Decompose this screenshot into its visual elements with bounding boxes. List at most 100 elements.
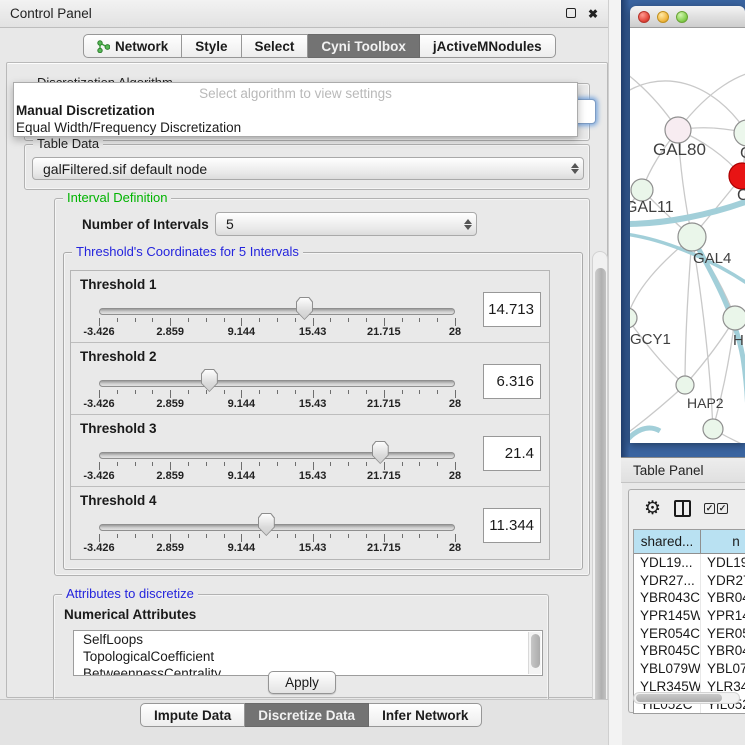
attributes-list-scrollbar[interactable] — [528, 632, 541, 674]
apply-button[interactable]: Apply — [268, 671, 336, 694]
slider-thumb[interactable] — [372, 441, 389, 464]
network-edge[interactable] — [630, 318, 685, 385]
table-row[interactable]: YDL19...YDL19... — [634, 554, 745, 572]
bottom-tab-impute-data[interactable]: Impute Data — [140, 703, 245, 727]
network-node-gal11[interactable] — [631, 179, 653, 201]
network-window[interactable]: GAL80GCGAL11GAL4GCY1HHAP2 — [630, 6, 745, 443]
tab-label: Select — [255, 39, 295, 54]
table-cell: YER054C — [634, 625, 701, 643]
bottom-tab-discretize-data[interactable]: Discretize Data — [245, 703, 369, 727]
threshold-value-field[interactable]: 21.4 — [483, 436, 541, 471]
control-panel-title: Control Panel — [10, 6, 92, 21]
zoom-traffic-icon[interactable] — [676, 11, 688, 23]
column-header-1[interactable]: shared... — [634, 530, 701, 553]
network-window-titlebar — [630, 6, 745, 28]
select-columns-icon[interactable]: ✓✓ — [704, 503, 728, 514]
network-canvas[interactable]: GAL80GCGAL11GAL4GCY1HHAP2 — [630, 28, 745, 443]
panel-scrollbar-thumb[interactable] — [595, 268, 606, 708]
node-label: G — [740, 145, 745, 162]
network-edge[interactable] — [685, 237, 692, 385]
float-window-icon[interactable] — [566, 8, 578, 20]
dropdown-option-equal-width-frequency[interactable]: Equal Width/Frequency Discretization — [16, 120, 241, 135]
table-row[interactable]: YPR145WYPR145W — [634, 607, 745, 625]
table-hscrollbar[interactable] — [633, 692, 740, 704]
number-of-intervals-value: 5 — [216, 216, 460, 232]
node-label: GCY1 — [630, 331, 671, 348]
table-data-combobox[interactable]: galFiltered.sif default node — [32, 157, 584, 180]
table-row[interactable]: YBL079WYBL079W — [634, 660, 745, 678]
threshold-row-4: Threshold 4-3.4262.8599.14415.4321.71528… — [71, 487, 549, 559]
bottom-tab-label: Infer Network — [382, 708, 468, 723]
tab-network[interactable]: Network — [83, 34, 182, 58]
table-row[interactable]: YER054CYER054C — [634, 625, 745, 643]
panel-scrollbar[interactable] — [592, 251, 608, 731]
numerical-attributes-list[interactable]: SelfLoopsTopologicalCoefficientBetweenne… — [73, 630, 543, 676]
threshold-label: Threshold 1 — [80, 277, 157, 292]
split-divider[interactable] — [608, 0, 622, 745]
numerical-attributes-label: Numerical Attributes — [64, 607, 196, 622]
network-node-g[interactable] — [734, 120, 745, 146]
slider-tick-labels: -3.4262.8599.14415.4321.71528 — [99, 326, 455, 339]
threshold-label: Threshold 2 — [80, 349, 157, 364]
gear-icon[interactable]: ⚙ — [644, 499, 661, 518]
table-data-group: Table Data galFiltered.sif default node — [24, 144, 590, 190]
slider-track[interactable] — [99, 308, 455, 315]
table-row[interactable]: YDR27...YDR27... — [634, 572, 745, 590]
network-node-c[interactable] — [729, 163, 745, 189]
slider-thumb[interactable] — [258, 513, 275, 536]
network-edge-thick[interactable] — [630, 428, 660, 443]
threshold-row-1: Threshold 1 -3.4262.8599.14415.4321.71528… — [71, 271, 549, 343]
tab-label: jActiveMNodules — [433, 39, 542, 54]
network-node[interactable] — [703, 419, 723, 439]
table-cell: YBL079W — [701, 660, 745, 678]
column-header-2[interactable]: n — [701, 530, 745, 553]
tab-label: Cyni Toolbox — [321, 39, 406, 54]
attribute-list-item[interactable]: SelfLoops — [74, 631, 542, 648]
number-of-intervals-combobox[interactable]: 5 — [215, 212, 477, 236]
control-panel-tabbar: NetworkStyle Select Cyni Toolbox jActiveMNo… — [83, 34, 556, 58]
table-row[interactable]: YBR045CYBR045C — [634, 642, 745, 660]
slider-tick-labels: -3.4262.8599.14415.4321.71528 — [99, 470, 455, 483]
threshold-value-field[interactable]: 6.316 — [483, 364, 541, 399]
network-node-gal4[interactable] — [678, 223, 706, 251]
discretize-tab-content: Discretization Algorithm Table Data galF… — [12, 68, 590, 731]
dropdown-option-manual-discretization[interactable]: Manual Discretization — [16, 103, 155, 118]
bottom-tab-infer-network[interactable]: Infer Network — [369, 703, 482, 727]
network-node-h[interactable] — [723, 306, 745, 330]
slider-thumb[interactable] — [296, 297, 313, 320]
node-table: shared...nYDL19...YDL19...YDR27...YDR27.… — [633, 529, 745, 714]
network-node-gcy1[interactable] — [630, 308, 637, 328]
slider-thumb[interactable] — [201, 369, 218, 392]
number-of-intervals-label: Number of Intervals — [82, 217, 209, 232]
bottom-tab-label: Impute Data — [154, 708, 231, 723]
threshold-row-3: Threshold 3-3.4262.8599.14415.4321.71528… — [71, 415, 549, 487]
close-traffic-icon[interactable] — [638, 11, 650, 23]
minimize-traffic-icon[interactable] — [657, 11, 669, 23]
bottom-tab-label: Discretize Data — [258, 708, 355, 723]
table-cell: YPR145W — [634, 607, 701, 625]
threshold-value-field[interactable]: 14.713 — [483, 292, 541, 327]
slider-track[interactable] — [99, 452, 455, 459]
tab-style[interactable]: Style — [182, 34, 241, 58]
table-panel-titlebar: Table Panel — [621, 457, 745, 483]
tab-cyni-toolbox[interactable]: Cyni Toolbox — [308, 34, 420, 58]
slider-track[interactable] — [99, 380, 455, 387]
table-data-label: Table Data — [33, 137, 103, 151]
columns-icon[interactable] — [674, 500, 691, 517]
close-icon[interactable]: ✖ — [587, 8, 599, 20]
table-cell: YBR043C — [634, 589, 701, 607]
slider-track[interactable] — [99, 524, 455, 531]
threshold-value-field[interactable]: 11.344 — [483, 508, 541, 543]
stepper-icon — [567, 163, 583, 174]
attribute-list-item[interactable]: TopologicalCoefficient — [74, 648, 542, 665]
network-node-hap2[interactable] — [676, 376, 694, 394]
threshold-row-2: Threshold 2-3.4262.8599.14415.4321.71528… — [71, 343, 549, 415]
tab-jactivemnodules[interactable]: jActiveMNodules — [420, 34, 556, 58]
node-label: GAL80 — [653, 140, 706, 159]
network-icon — [97, 40, 110, 53]
slider-tick-labels: -3.4262.8599.14415.4321.71528 — [99, 542, 455, 555]
table-row[interactable]: YBR043CYBR043C — [634, 589, 745, 607]
node-label: GAL11 — [630, 199, 674, 216]
tab-select[interactable]: Select — [242, 34, 309, 58]
table-panel: ⚙ ✓✓ shared...nYDL19...YDL19...YDR27...Y… — [628, 489, 745, 713]
